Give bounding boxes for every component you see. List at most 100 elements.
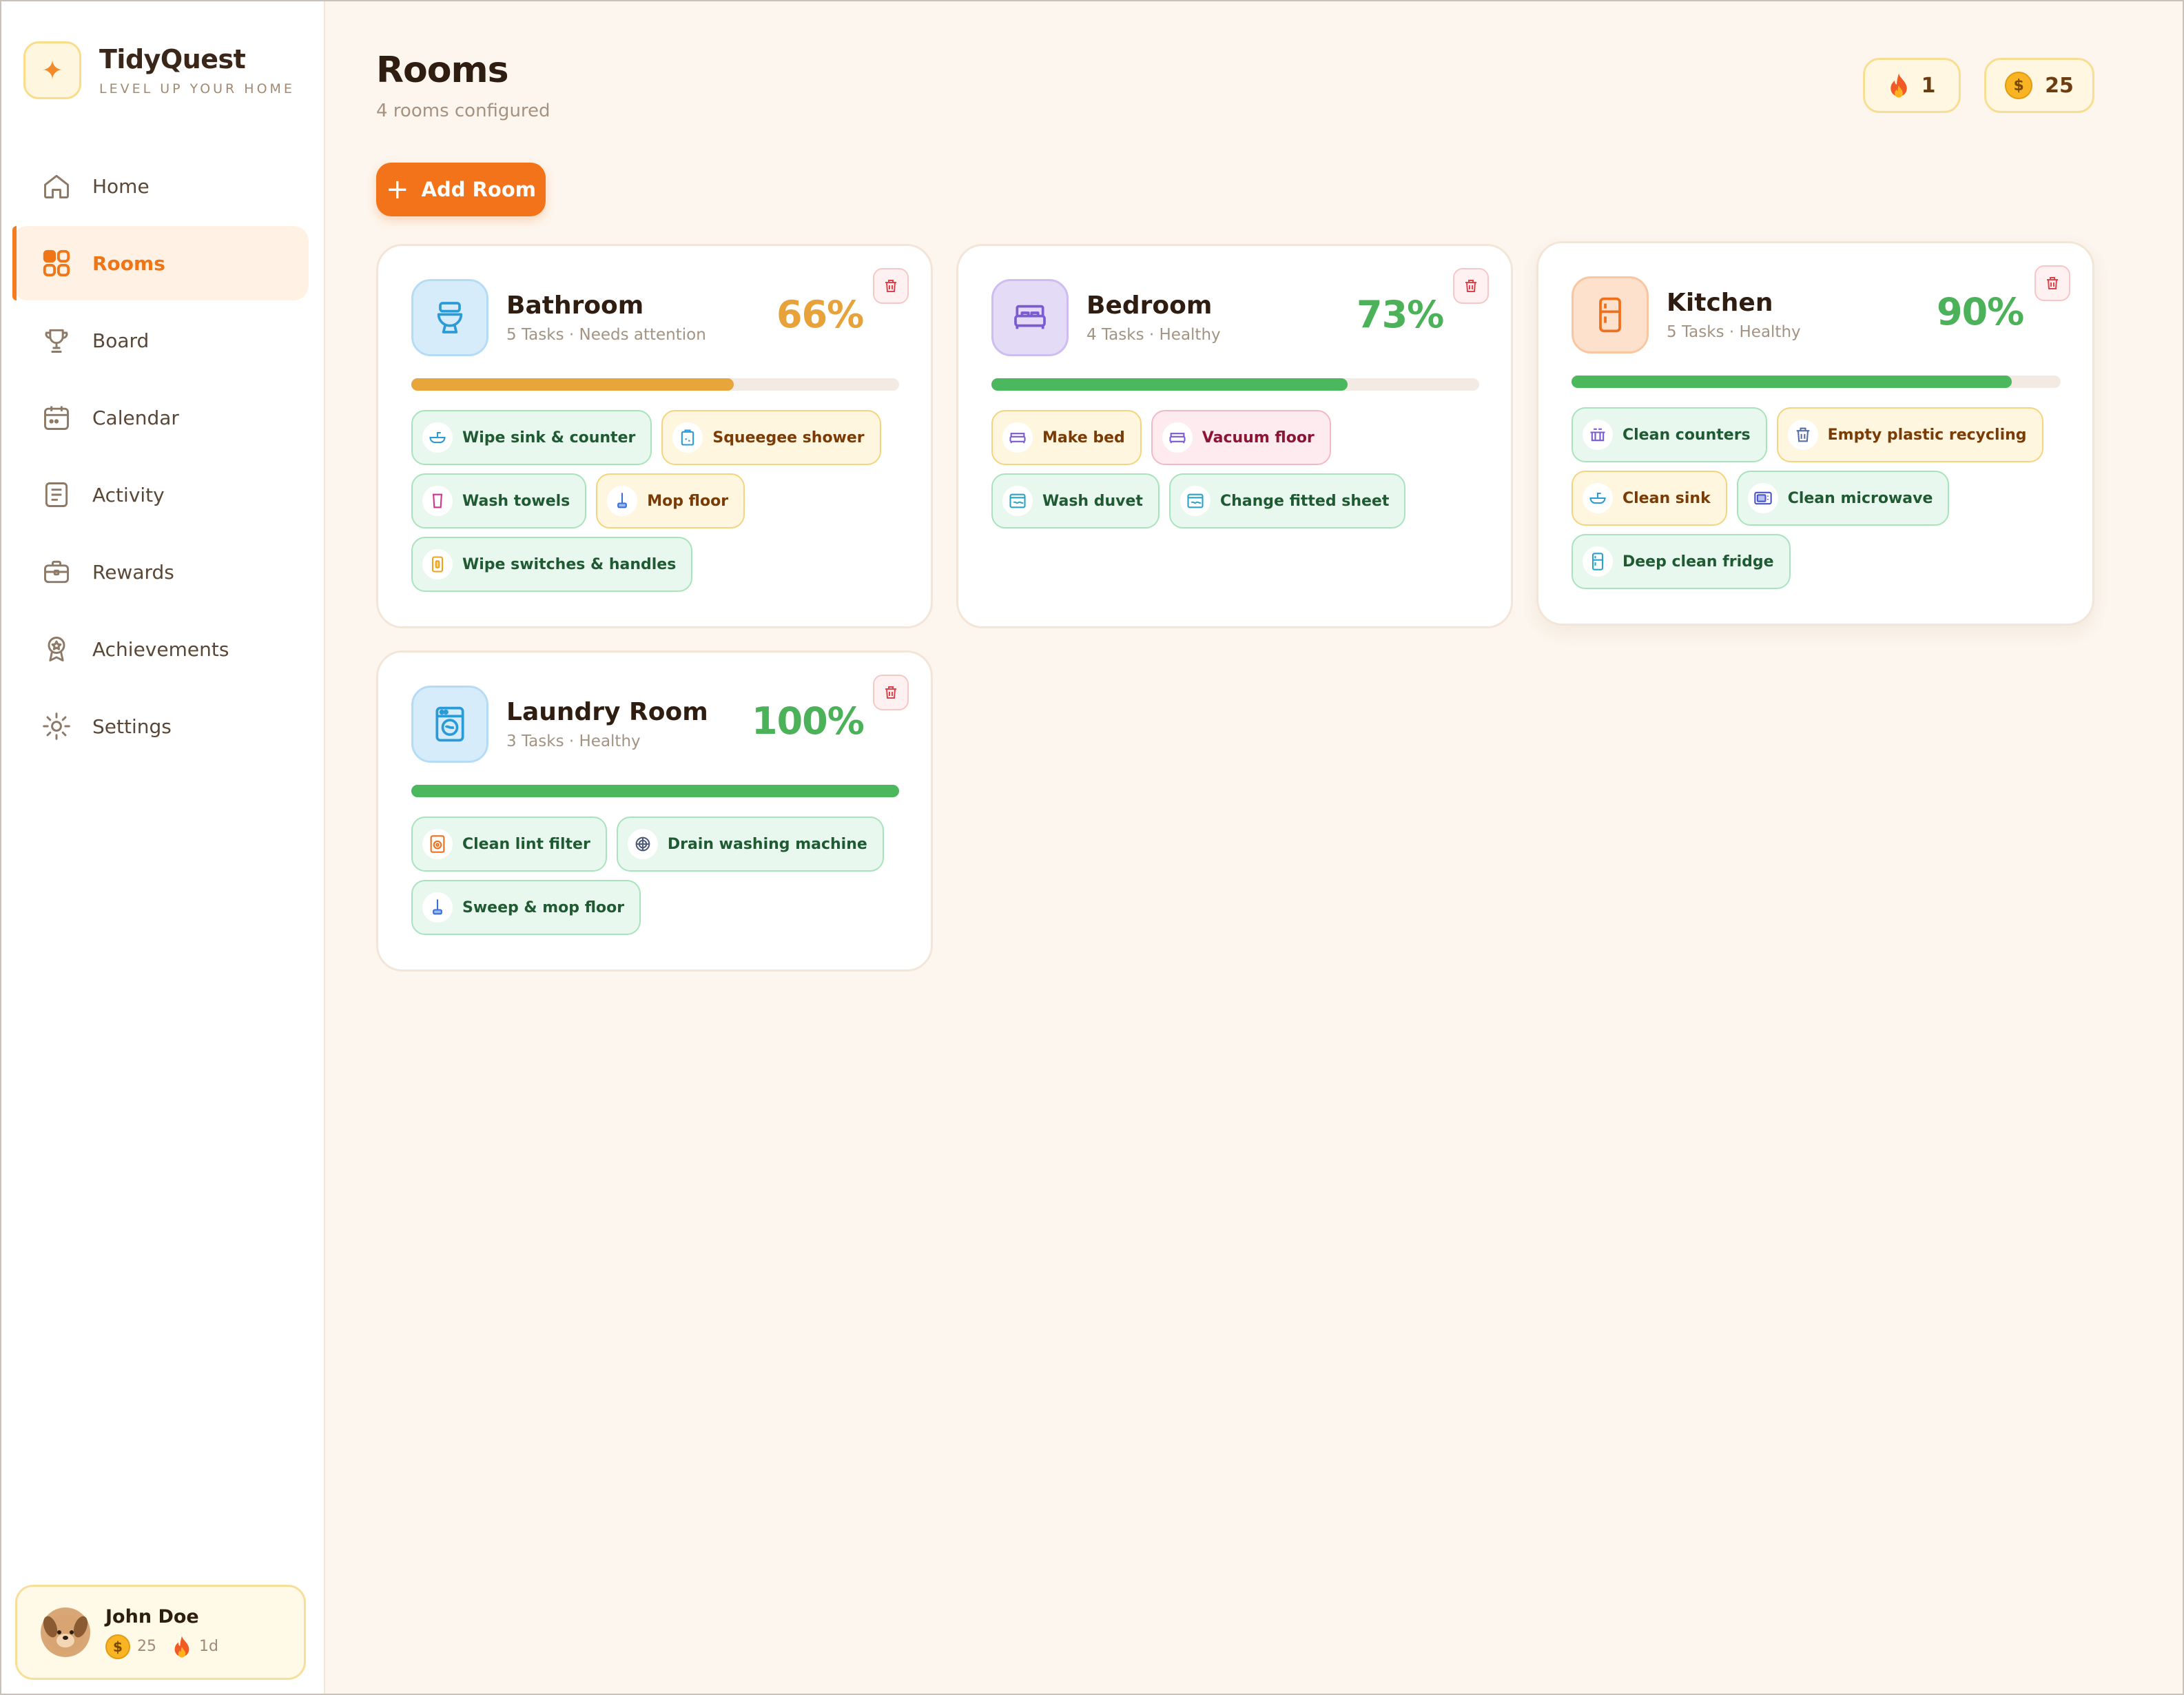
drain-icon <box>627 829 658 859</box>
duvet-icon <box>1002 486 1033 516</box>
task-label: Wash duvet <box>1042 492 1143 510</box>
task-chip[interactable]: Drain washing machine <box>616 816 884 872</box>
room-card-kitchen[interactable]: Kitchen 5 Tasks · Healthy 90% Clean coun… <box>1536 241 2094 626</box>
sidebar-item-label: Settings <box>92 715 172 738</box>
medal-icon <box>40 633 73 666</box>
bed-icon <box>1002 422 1033 453</box>
task-label: Change fitted sheet <box>1219 492 1390 510</box>
progress-fill <box>991 378 1348 391</box>
progress-bar <box>991 378 1479 391</box>
task-label: Squeegee shower <box>712 429 865 446</box>
task-chip[interactable]: Mop floor <box>596 473 745 528</box>
toilet-icon <box>411 279 488 356</box>
sidebar-item-label: Achievements <box>92 637 229 661</box>
sidebar-item-rewards[interactable]: Rewards <box>12 535 309 609</box>
task-label: Wipe switches & handles <box>462 555 677 573</box>
task-chip[interactable]: Wash towels <box>411 473 587 528</box>
progress-bar <box>411 378 899 391</box>
trash-bin-icon <box>1787 420 1818 450</box>
sidebar-item-label: Board <box>92 329 150 352</box>
room-card-bathroom[interactable]: Bathroom 5 Tasks · Needs attention 66% W… <box>376 244 933 628</box>
task-chip[interactable]: Clean sink <box>1572 471 1727 526</box>
task-chip[interactable]: Wipe sink & counter <box>411 410 652 465</box>
task-label: Mop floor <box>647 492 729 510</box>
gear-icon <box>40 710 73 743</box>
washing-machine-icon <box>422 829 453 859</box>
task-label: Vacuum floor <box>1202 429 1315 446</box>
plus-icon: + <box>386 174 409 205</box>
task-chip[interactable]: Wipe switches & handles <box>411 537 693 592</box>
washing-machine-icon <box>411 686 488 763</box>
coin-count: 25 <box>2045 73 2074 98</box>
brand-subtitle: LEVEL UP YOUR HOME <box>99 81 295 96</box>
brand[interactable]: ✦ TidyQuest LEVEL UP YOUR HOME <box>23 41 295 99</box>
delete-room-button[interactable] <box>2034 265 2070 301</box>
page-subtitle: 4 rooms configured <box>376 101 550 121</box>
streak-badge[interactable]: 1 <box>1863 58 1961 113</box>
room-percentage: 100% <box>752 699 865 743</box>
sidebar-nav: Home Rooms Board Calendar Activity Rewar… <box>12 149 309 766</box>
task-label: Clean lint filter <box>462 835 590 853</box>
streak-count: 1 <box>1921 73 1936 98</box>
task-chip[interactable]: Squeegee shower <box>661 410 881 465</box>
task-chip[interactable]: Make bed <box>991 410 1142 465</box>
bed-icon <box>991 279 1069 356</box>
user-card[interactable]: John Doe $ 25 1d <box>15 1585 306 1680</box>
microwave-icon <box>1747 483 1778 513</box>
task-list: Wipe sink & counter Squeegee shower Wash… <box>411 410 907 600</box>
task-chip[interactable]: Empty plastic recycling <box>1776 407 2043 462</box>
room-meta: 4 Tasks · Healthy <box>1086 326 1221 344</box>
room-card-bedroom[interactable]: Bedroom 4 Tasks · Healthy 73% Make bed V… <box>956 244 1513 628</box>
sidebar-item-label: Calendar <box>92 406 179 429</box>
sidebar-item-label: Activity <box>92 483 165 506</box>
room-name: Bathroom <box>506 291 644 320</box>
trash-icon <box>1463 278 1479 294</box>
task-chip[interactable]: Sweep & mop floor <box>411 880 641 935</box>
user-name: John Doe <box>105 1605 199 1627</box>
sidebar: ✦ TidyQuest LEVEL UP YOUR HOME Home Room… <box>1 1 325 1694</box>
task-label: Deep clean fridge <box>1622 553 1774 571</box>
task-label: Make bed <box>1042 429 1125 446</box>
progress-fill <box>411 785 899 797</box>
room-percentage: 66% <box>776 293 864 336</box>
sidebar-item-settings[interactable]: Settings <box>12 689 309 763</box>
user-stats: $ 25 1d <box>105 1634 218 1659</box>
task-chip[interactable]: Wash duvet <box>991 473 1160 528</box>
task-chip[interactable]: Deep clean fridge <box>1572 534 1791 589</box>
task-label: Wipe sink & counter <box>462 429 636 446</box>
task-chip[interactable]: Change fitted sheet <box>1168 473 1406 528</box>
add-room-button[interactable]: + Add Room <box>376 163 546 216</box>
add-room-label: Add Room <box>421 178 536 201</box>
dog-avatar-icon <box>41 1607 90 1657</box>
task-list: Make bed Vacuum floor Wash duvet Change … <box>991 410 1487 537</box>
grid-icon <box>40 247 73 280</box>
task-chip[interactable]: Clean microwave <box>1736 471 1950 526</box>
task-chip[interactable]: Vacuum floor <box>1151 410 1331 465</box>
sidebar-item-activity[interactable]: Activity <box>12 458 309 532</box>
coins-badge[interactable]: $ 25 <box>1984 58 2094 113</box>
room-name: Laundry Room <box>506 698 708 726</box>
task-chip[interactable]: Clean counters <box>1572 407 1767 462</box>
task-label: Sweep & mop floor <box>462 898 625 916</box>
delete-room-button[interactable] <box>1453 268 1489 304</box>
room-card-laundry[interactable]: Laundry Room 3 Tasks · Healthy 100% Clea… <box>376 650 933 972</box>
trash-icon <box>2044 275 2061 291</box>
sidebar-item-rooms[interactable]: Rooms <box>12 226 309 300</box>
task-label: Clean sink <box>1622 489 1711 507</box>
task-label: Clean counters <box>1622 426 1751 444</box>
delete-room-button[interactable] <box>873 675 909 710</box>
sidebar-item-board[interactable]: Board <box>12 303 309 378</box>
sidebar-item-achievements[interactable]: Achievements <box>12 612 309 686</box>
mop-icon <box>422 892 453 923</box>
sidebar-item-home[interactable]: Home <box>12 149 309 223</box>
towel-icon <box>422 486 453 516</box>
flame-icon <box>173 1635 191 1658</box>
calendar-icon <box>40 401 73 434</box>
sidebar-item-calendar[interactable]: Calendar <box>12 380 309 455</box>
room-name: Kitchen <box>1667 289 1773 317</box>
task-chip[interactable]: Clean lint filter <box>411 816 607 872</box>
room-meta: 5 Tasks · Healthy <box>1667 323 1801 341</box>
sidebar-item-label: Rooms <box>92 251 165 275</box>
trash-icon <box>883 684 899 701</box>
delete-room-button[interactable] <box>873 268 909 304</box>
